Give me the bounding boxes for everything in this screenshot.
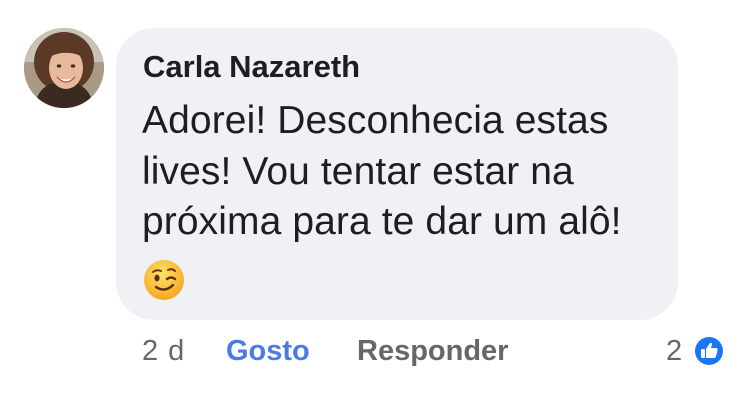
- timestamp[interactable]: 2 d: [142, 335, 185, 368]
- winking-face-emoji: [144, 260, 184, 300]
- comment-text-line: Adorei! Desconhecia estas: [142, 99, 609, 142]
- comment: Carla Nazareth Adorei! Desconhecia estas…: [0, 0, 750, 400]
- like-button[interactable]: Gosto: [226, 335, 310, 368]
- reaction-count[interactable]: 2: [666, 335, 682, 368]
- comment-text-line: lives! Vou tentar estar na: [142, 150, 574, 193]
- thumbs-up-icon[interactable]: [692, 334, 726, 368]
- avatar[interactable]: [24, 28, 104, 108]
- reply-button[interactable]: Responder: [357, 335, 508, 368]
- author-name[interactable]: Carla Nazareth: [143, 49, 360, 85]
- comment-text-line: próxima para te dar um alô!: [142, 200, 622, 243]
- avatar-photo: [24, 28, 104, 108]
